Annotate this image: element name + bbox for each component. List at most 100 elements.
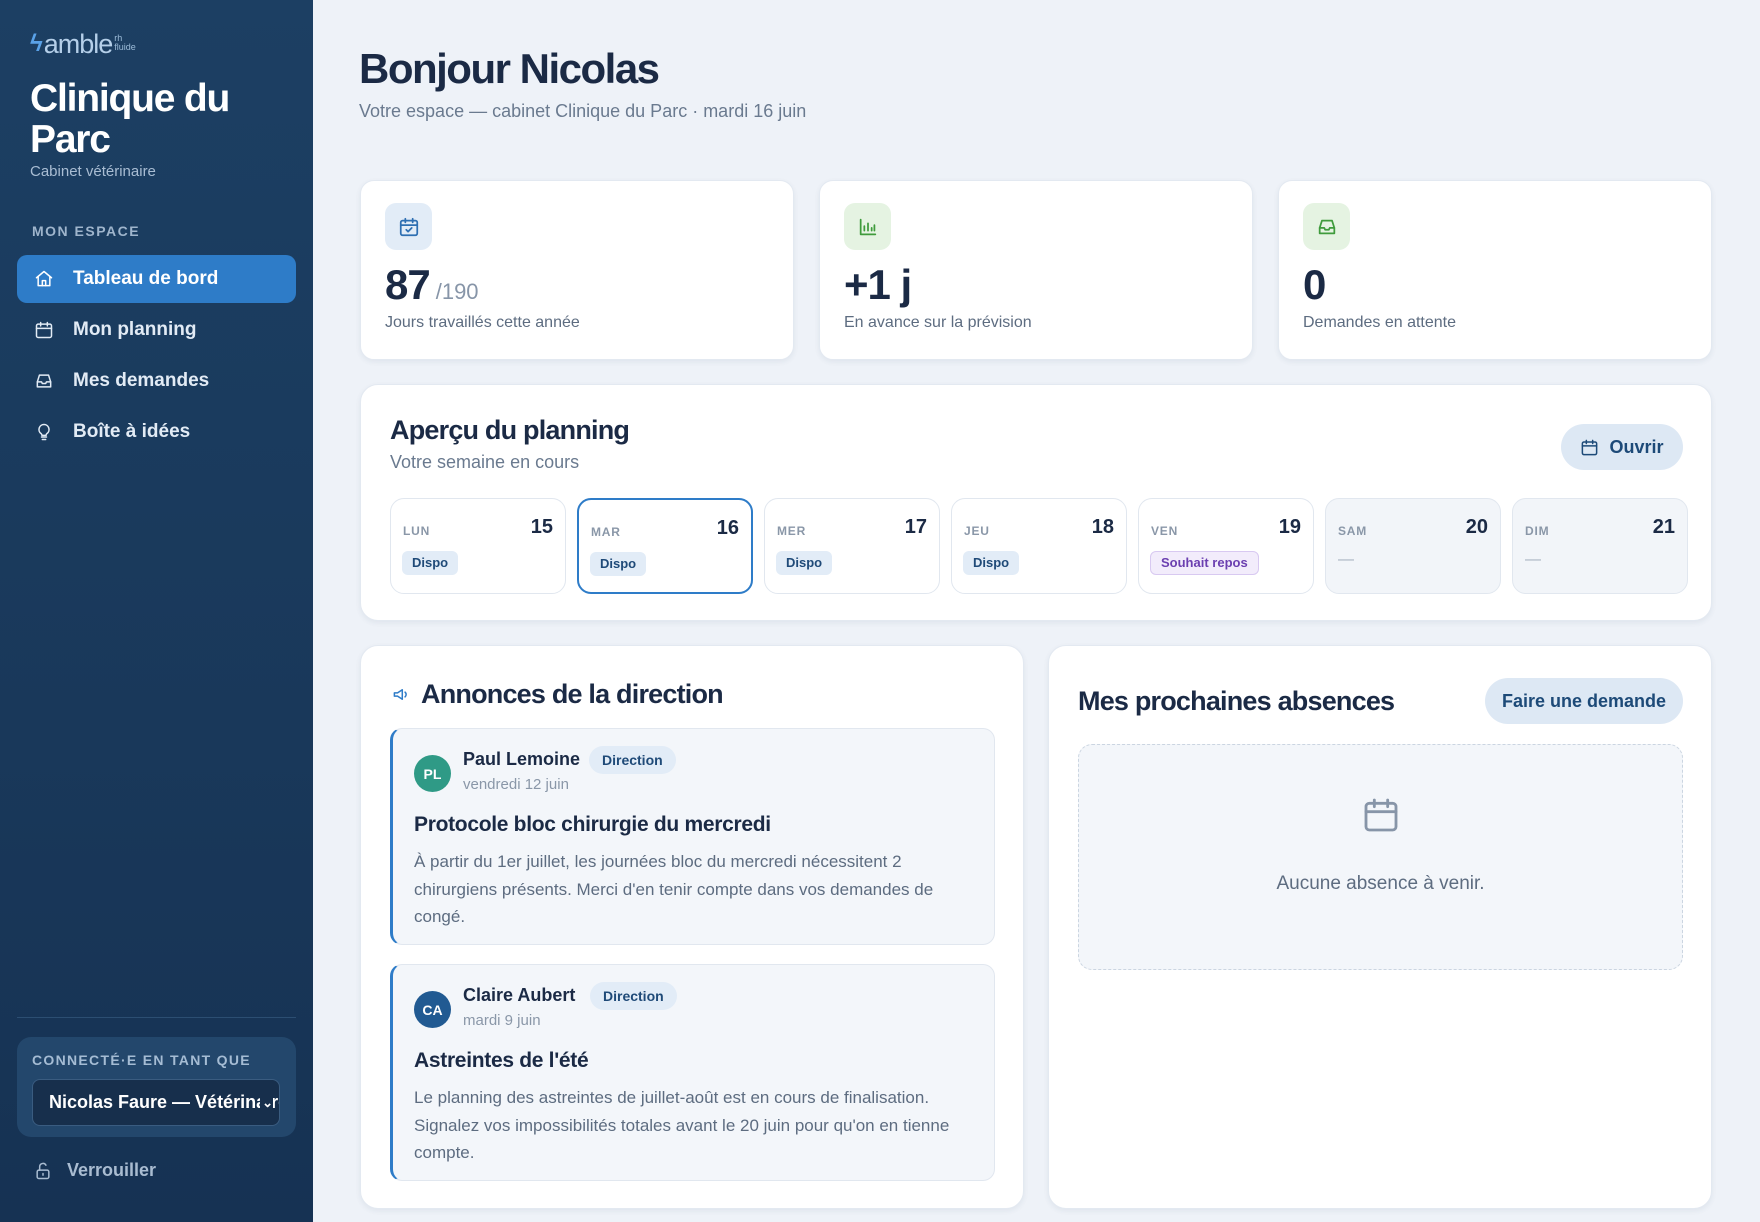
role-badge: Direction <box>590 982 677 1010</box>
day-number: 18 <box>1091 516 1114 538</box>
sidebar-item-label: Boîte à idées <box>73 421 191 442</box>
week-days: LUN 15 Dispo MAR 16 Dispo MER 17 Dispo J… <box>390 498 1688 594</box>
stat-card-pending-requests: 0 Demandes en attente <box>1278 180 1712 360</box>
bolt-icon: ϟ <box>30 30 43 57</box>
absences-empty-state: Aucune absence à venir. <box>1078 744 1683 970</box>
brand-tagline: rh fluide <box>114 33 136 52</box>
day-name: MER <box>777 524 807 538</box>
lock-button[interactable]: Verrouiller <box>33 1160 156 1181</box>
stat-label: En avance sur la prévision <box>844 314 1032 331</box>
brand-logo[interactable]: ϟ amble rh fluide <box>30 28 136 60</box>
calendar-check-icon <box>385 203 432 250</box>
empty-state-text: Aucune absence à venir. <box>1276 873 1485 894</box>
announcement-title: Protocole bloc chirurgie du mercredi <box>414 813 771 836</box>
inbox-icon <box>33 370 55 392</box>
open-planning-button[interactable]: Ouvrir <box>1561 424 1683 470</box>
sidebar-item-dashboard[interactable]: Tableau de bord <box>17 255 296 303</box>
stat-value: +1 j <box>844 261 912 308</box>
connected-label: CONNECTÉ·E EN TANT QUE <box>32 1052 251 1068</box>
page-subtitle: Votre espace — cabinet Clinique du Parc … <box>359 101 807 121</box>
day-name: VEN <box>1151 524 1179 538</box>
stat-label: Demandes en attente <box>1303 314 1456 331</box>
planning-title: Aperçu du planning <box>390 415 630 445</box>
sidebar-item-label: Mes demandes <box>73 370 210 391</box>
announcement-author: Paul Lemoine <box>463 749 581 769</box>
day-number: 19 <box>1278 516 1301 538</box>
day-card-sun[interactable]: DIM 21 — <box>1512 498 1688 594</box>
clinic-type: Cabinet vétérinaire <box>30 163 156 180</box>
sidebar: ϟ amble rh fluide Clinique du Parc Cabin… <box>0 0 313 1222</box>
announcement-date: mardi 9 juin <box>463 1012 541 1029</box>
day-number: 20 <box>1465 516 1488 538</box>
chevron-down-icon: ⌄ <box>260 1080 273 1125</box>
day-number: 16 <box>716 517 739 539</box>
stat-value: 87 /190 <box>385 261 479 308</box>
page-title: Bonjour Nicolas <box>359 45 660 92</box>
bar-chart-icon <box>844 203 891 250</box>
stat-value: 0 <box>1303 261 1326 308</box>
sidebar-item-label: Tableau de bord <box>73 268 219 289</box>
calendar-icon <box>1361 795 1401 835</box>
inbox-icon <box>1303 203 1350 250</box>
day-number: 15 <box>530 516 553 538</box>
sidebar-item-requests[interactable]: Mes demandes <box>17 357 296 405</box>
day-status-empty: — <box>1338 551 1354 568</box>
announcements-card: Annonces de la direction PL Paul Lemoine… <box>360 645 1024 1209</box>
day-name: JEU <box>964 524 990 538</box>
day-status-badge: Dispo <box>963 551 1020 575</box>
sidebar-item-label: Mon planning <box>73 319 197 340</box>
day-card-tue[interactable]: MAR 16 Dispo <box>577 498 753 594</box>
clinic-name: Clinique du Parc <box>30 77 230 161</box>
day-card-sat[interactable]: SAM 20 — <box>1325 498 1501 594</box>
user-select[interactable]: Nicolas Faure — Vétérinaire ⌄ <box>32 1079 280 1126</box>
day-number: 21 <box>1652 516 1675 538</box>
sidebar-divider <box>17 1017 296 1018</box>
announcement-author: Claire Aubert <box>463 985 576 1005</box>
connected-user-panel: CONNECTÉ·E EN TANT QUE Nicolas Faure — V… <box>17 1037 296 1137</box>
announcements-title: Annonces de la direction <box>392 679 724 710</box>
day-name: MAR <box>591 525 621 539</box>
day-status-badge: Souhait repos <box>1150 551 1259 575</box>
day-card-fri[interactable]: VEN 19 Souhait repos <box>1138 498 1314 594</box>
day-card-wed[interactable]: MER 17 Dispo <box>764 498 940 594</box>
role-badge: Direction <box>589 746 676 774</box>
day-status-empty: — <box>1525 551 1541 568</box>
planning-subtitle: Votre semaine en cours <box>390 452 580 472</box>
day-status-badge: Dispo <box>776 551 833 575</box>
planning-overview-card: Aperçu du planning Votre semaine en cour… <box>360 384 1712 621</box>
day-card-mon[interactable]: LUN 15 Dispo <box>390 498 566 594</box>
brand-name: amble <box>43 29 114 59</box>
day-number: 17 <box>904 516 927 538</box>
megaphone-icon <box>393 688 407 701</box>
request-absence-button[interactable]: Faire une demande <box>1485 678 1683 724</box>
day-status-badge: Dispo <box>590 552 647 576</box>
stat-card-forecast: +1 j En avance sur la prévision <box>819 180 1253 360</box>
stat-label: Jours travaillés cette année <box>385 314 580 331</box>
day-name: SAM <box>1338 524 1368 538</box>
avatar: PL <box>414 755 451 792</box>
calendar-icon <box>33 319 55 341</box>
announcement-item[interactable]: CA Claire Aubert Direction mardi 9 juin … <box>390 964 995 1181</box>
nav-section-label: MON ESPACE <box>32 223 141 239</box>
announcement-title: Astreintes de l'été <box>414 1049 589 1072</box>
sidebar-item-ideas[interactable]: Boîte à idées <box>17 408 296 456</box>
stat-card-days-worked: 87 /190 Jours travaillés cette année <box>360 180 794 360</box>
home-icon <box>33 268 55 290</box>
day-name: DIM <box>1525 524 1550 538</box>
upcoming-absences-card: Mes prochaines absences Faire une demand… <box>1048 645 1712 1209</box>
announcement-body: Le planning des astreintes de juillet-ao… <box>414 1088 950 1162</box>
stat-total: /190 <box>435 279 479 304</box>
sidebar-nav: Tableau de bord Mon planning Mes demande… <box>17 255 296 459</box>
avatar: CA <box>414 991 451 1028</box>
lightbulb-icon <box>33 421 55 443</box>
lock-icon <box>36 1162 50 1179</box>
absences-title: Mes prochaines absences <box>1078 686 1395 716</box>
announcement-item[interactable]: PL Paul Lemoine Direction vendredi 12 ju… <box>390 728 995 945</box>
sidebar-item-planning[interactable]: Mon planning <box>17 306 296 354</box>
day-card-thu[interactable]: JEU 18 Dispo <box>951 498 1127 594</box>
day-name: LUN <box>403 524 431 538</box>
announcement-date: vendredi 12 juin <box>463 776 569 793</box>
calendar-icon <box>1582 439 1598 455</box>
day-status-badge: Dispo <box>402 551 459 575</box>
announcement-body: À partir du 1er juillet, les journées bl… <box>414 852 934 926</box>
